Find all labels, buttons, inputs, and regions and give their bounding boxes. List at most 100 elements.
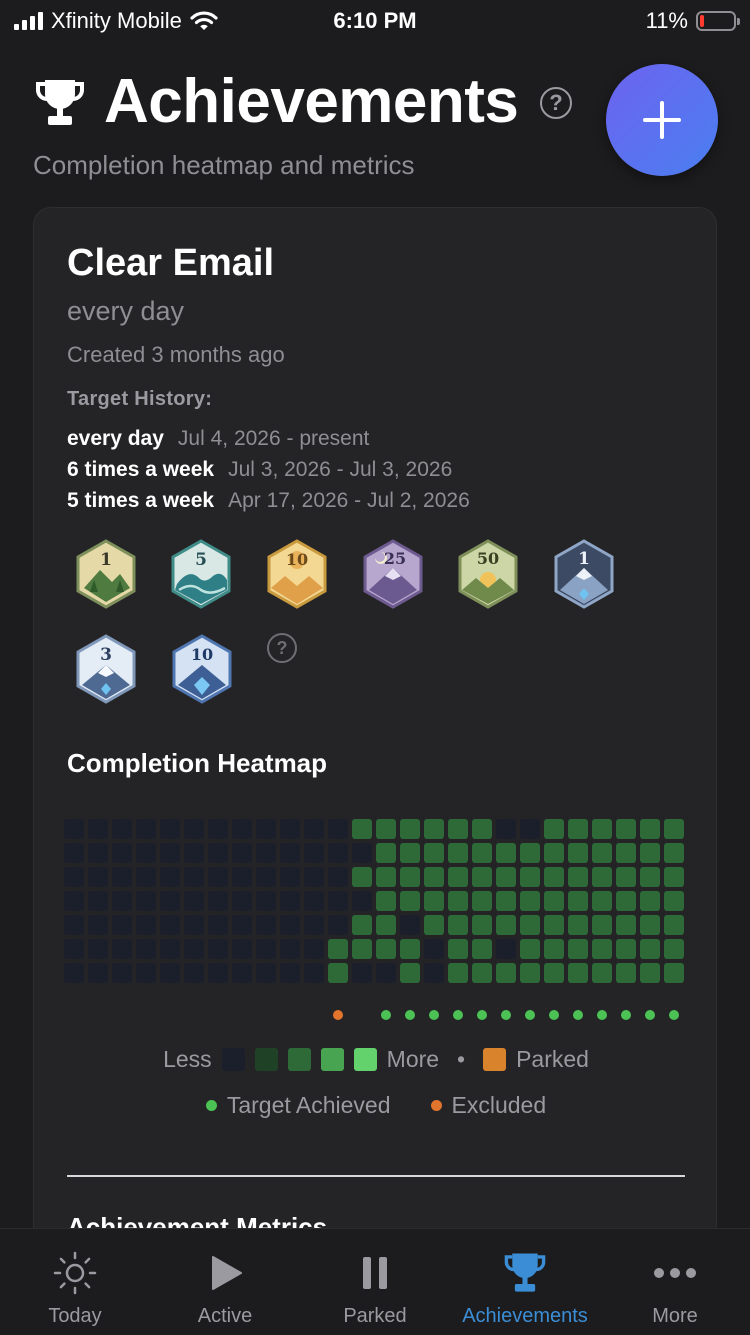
heatmap-cell[interactable] [544, 939, 564, 959]
heatmap-cell[interactable] [136, 843, 156, 863]
heatmap-cell[interactable] [232, 891, 252, 911]
heatmap-cell[interactable] [400, 867, 420, 887]
heatmap-cell[interactable] [112, 915, 132, 935]
heatmap-cell[interactable] [592, 963, 612, 983]
heatmap-cell[interactable] [256, 843, 276, 863]
heatmap-cell[interactable] [88, 939, 108, 959]
heatmap-cell[interactable] [640, 963, 660, 983]
heatmap-cell[interactable] [568, 819, 588, 839]
heatmap-cell[interactable] [184, 843, 204, 863]
badge-sunrise[interactable]: 50 [456, 538, 520, 610]
heatmap-cell[interactable] [592, 939, 612, 959]
heatmap-cell[interactable] [568, 891, 588, 911]
heatmap-cell[interactable] [136, 939, 156, 959]
heatmap-cell[interactable] [640, 939, 660, 959]
heatmap-cell[interactable] [496, 963, 516, 983]
heatmap-cell[interactable] [352, 867, 372, 887]
tab-active[interactable]: Active [150, 1229, 300, 1335]
heatmap-cell[interactable] [376, 891, 396, 911]
heatmap-cell[interactable] [592, 915, 612, 935]
heatmap-cell[interactable] [592, 867, 612, 887]
heatmap-cell[interactable] [544, 915, 564, 935]
heatmap-cell[interactable] [208, 939, 228, 959]
heatmap-cell[interactable] [160, 891, 180, 911]
heatmap-cell[interactable] [472, 843, 492, 863]
heatmap-cell[interactable] [448, 819, 468, 839]
heatmap-cell[interactable] [256, 891, 276, 911]
heatmap-cell[interactable] [328, 939, 348, 959]
heatmap-cell[interactable] [88, 915, 108, 935]
heatmap-cell[interactable] [232, 963, 252, 983]
heatmap-cell[interactable] [304, 867, 324, 887]
heatmap-cell[interactable] [424, 891, 444, 911]
tab-today[interactable]: Today [0, 1229, 150, 1335]
heatmap-cell[interactable] [208, 867, 228, 887]
heatmap-cell[interactable] [496, 915, 516, 935]
heatmap-cell[interactable] [256, 963, 276, 983]
heatmap-cell[interactable] [472, 891, 492, 911]
heatmap-cell[interactable] [352, 963, 372, 983]
heatmap-cell[interactable] [64, 963, 84, 983]
heatmap-cell[interactable] [184, 891, 204, 911]
heatmap-cell[interactable] [256, 819, 276, 839]
heatmap-cell[interactable] [64, 819, 84, 839]
heatmap-cell[interactable] [472, 963, 492, 983]
heatmap-cell[interactable] [328, 963, 348, 983]
heatmap-cell[interactable] [136, 915, 156, 935]
heatmap-cell[interactable] [472, 939, 492, 959]
heatmap-cell[interactable] [184, 819, 204, 839]
heatmap-cell[interactable] [616, 843, 636, 863]
heatmap-cell[interactable] [400, 891, 420, 911]
heatmap-cell[interactable] [520, 915, 540, 935]
heatmap-cell[interactable] [448, 891, 468, 911]
heatmap-cell[interactable] [616, 819, 636, 839]
heatmap-cell[interactable] [208, 963, 228, 983]
heatmap-cell[interactable] [112, 963, 132, 983]
heatmap-cell[interactable] [472, 819, 492, 839]
heatmap-cell[interactable] [616, 867, 636, 887]
badge-wave[interactable]: 5 [169, 538, 233, 610]
heatmap-cell[interactable] [280, 963, 300, 983]
heatmap-cell[interactable] [184, 867, 204, 887]
heatmap-cell[interactable] [88, 819, 108, 839]
heatmap-cell[interactable] [424, 915, 444, 935]
badge-forest[interactable]: 1 [74, 538, 138, 610]
heatmap-cell[interactable] [304, 819, 324, 839]
heatmap-cell[interactable] [496, 867, 516, 887]
heatmap-cell[interactable] [496, 843, 516, 863]
heatmap-cell[interactable] [376, 819, 396, 839]
heatmap-cell[interactable] [64, 939, 84, 959]
heatmap-cell[interactable] [64, 843, 84, 863]
heatmap-cell[interactable] [208, 891, 228, 911]
heatmap-cell[interactable] [472, 867, 492, 887]
heatmap-cell[interactable] [616, 891, 636, 911]
heatmap-cell[interactable] [448, 867, 468, 887]
heatmap-cell[interactable] [88, 963, 108, 983]
heatmap-cell[interactable] [640, 891, 660, 911]
heatmap-cell[interactable] [568, 867, 588, 887]
heatmap-cell[interactable] [400, 963, 420, 983]
heatmap-cell[interactable] [232, 939, 252, 959]
heatmap-cell[interactable] [280, 867, 300, 887]
heatmap-cell[interactable] [352, 843, 372, 863]
heatmap-cell[interactable] [424, 867, 444, 887]
heatmap-cell[interactable] [280, 939, 300, 959]
tab-more[interactable]: More [600, 1229, 750, 1335]
heatmap-cell[interactable] [184, 939, 204, 959]
heatmap-cell[interactable] [568, 939, 588, 959]
heatmap-cell[interactable] [64, 867, 84, 887]
heatmap-cell[interactable] [64, 915, 84, 935]
heatmap-cell[interactable] [544, 963, 564, 983]
heatmap-cell[interactable] [424, 843, 444, 863]
heatmap-cell[interactable] [400, 843, 420, 863]
heatmap-cell[interactable] [640, 819, 660, 839]
heatmap-cell[interactable] [520, 843, 540, 863]
heatmap-cell[interactable] [520, 891, 540, 911]
heatmap-cell[interactable] [280, 891, 300, 911]
heatmap-cell[interactable] [328, 891, 348, 911]
heatmap-cell[interactable] [568, 915, 588, 935]
heatmap-cell[interactable] [328, 867, 348, 887]
heatmap-cell[interactable] [88, 867, 108, 887]
heatmap-cell[interactable] [448, 843, 468, 863]
heatmap-cell[interactable] [280, 819, 300, 839]
